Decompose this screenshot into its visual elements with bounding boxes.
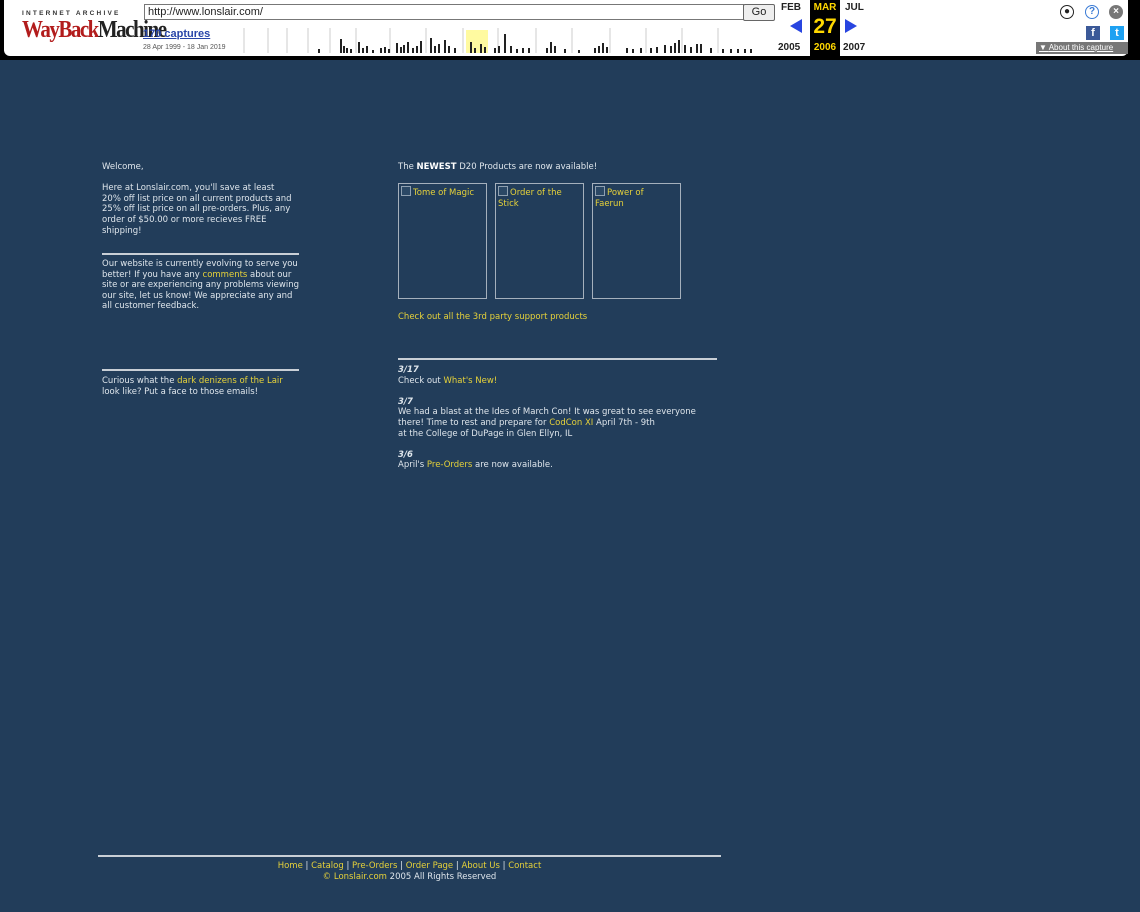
next-year-label[interactable]: 2007 [843, 42, 865, 53]
footer-divider [98, 855, 721, 857]
footer-link-pre-orders[interactable]: Pre-Orders [352, 861, 397, 871]
product-thumb-tome-of-magic[interactable]: Tome of Magic [398, 183, 487, 299]
comments-link[interactable]: comments [203, 270, 248, 280]
staff-link[interactable]: dark denizens of the Lair [177, 376, 283, 386]
footer-sep: | [305, 861, 309, 871]
staff-text-2: look like? Put a face to those emails! [102, 386, 259, 397]
capture-date-range: 28 Apr 1999 - 18 Jan 2019 [143, 44, 226, 51]
news-date: 3/6 [398, 449, 413, 460]
footer-copyright: © Lonslair.com 2005 All Rights Reserved [98, 872, 721, 883]
url-input[interactable]: http://www.lonslair.com/ [144, 4, 744, 20]
copyright-link[interactable]: Lonslair.com [334, 872, 387, 882]
caret-down-icon: ▼ [1039, 43, 1049, 52]
staff-block: Curious what the dark denizens of the La… [102, 376, 294, 397]
copyright-text: 2005 All Rights Reserved [386, 872, 497, 882]
captures-link[interactable]: 170 captures [143, 28, 210, 40]
newest-text-1: The [398, 162, 417, 172]
capture-sparkline[interactable] [240, 26, 756, 53]
prev-month-label[interactable]: FEB [781, 2, 801, 13]
news-text: are now available. [472, 460, 553, 471]
copyright-symbol: © [322, 872, 332, 882]
third-party-link[interactable]: Check out all the 3rd party support prod… [398, 312, 587, 323]
news-date: 3/17 [398, 365, 419, 375]
footer-sep: | [455, 861, 459, 871]
news-text: at the College of DuPage in Glen Ellyn, … [398, 428, 573, 439]
whats-new-link[interactable]: What's New! [443, 376, 497, 386]
logo-wayback-text: WayBack [22, 15, 99, 43]
footer-link-catalog[interactable]: Catalog [311, 861, 344, 871]
divider-right [398, 358, 717, 360]
newest-heading: The NEWEST D20 Products are now availabl… [398, 162, 718, 173]
prev-year-label[interactable]: 2005 [778, 42, 800, 53]
about-capture-label: About this capture [1048, 43, 1114, 52]
current-month-label: MAR [813, 2, 837, 13]
news-item: 3/6 April's Pre-Orders are now available… [398, 450, 708, 471]
news-text: April 7th - 9th [593, 417, 655, 428]
next-arrow-icon[interactable] [845, 19, 857, 33]
staff-text-1: Curious what the [102, 376, 178, 386]
footer-link-home[interactable]: Home [278, 861, 303, 871]
footer-link-contact[interactable]: Contact [508, 861, 541, 871]
news-item: 3/17 Check out What's New! [398, 365, 708, 386]
sparkline-bars [318, 34, 752, 53]
broken-image-icon [595, 186, 605, 196]
wayback-toolbar: INTERNET ARCHIVE WayBackMachine http://w… [0, 0, 1140, 60]
current-day-label: 27 [813, 15, 837, 38]
close-icon[interactable]: × [1109, 5, 1123, 19]
news-item: 3/7 We had a blast at the Ides of March … [398, 397, 708, 439]
divider-left-1 [102, 253, 299, 255]
product-thumb-power-of-faerun[interactable]: Power of Faerun [592, 183, 681, 299]
footer-link-about-us[interactable]: About Us [461, 861, 499, 871]
user-icon[interactable]: ● [1060, 5, 1074, 19]
broken-image-icon [401, 186, 411, 196]
prev-arrow-icon[interactable] [790, 19, 802, 33]
codcon-link[interactable]: CodCon XI [549, 418, 593, 428]
current-year-label: 2006 [813, 42, 837, 53]
news-date: 3/7 [398, 396, 413, 407]
news-list: 3/17 Check out What's New! 3/7 We had a … [398, 365, 708, 471]
divider-left-2 [102, 369, 299, 371]
product-thumb-order-of-the-stick[interactable]: Order of the Stick [495, 183, 584, 299]
current-date-block: MAR 27 2006 [810, 0, 840, 56]
newest-bold: NEWEST [416, 162, 457, 172]
newest-text-2: D20 Products are now available! [456, 162, 598, 172]
welcome-block: Welcome, Here at Lonslair.com, you'll sa… [102, 162, 292, 236]
next-month-label[interactable]: JUL [845, 2, 864, 13]
footer-sep: | [502, 861, 506, 871]
footer-sep: | [400, 861, 404, 871]
footer-sep: | [346, 861, 350, 871]
footer-nav: Home | Catalog | Pre-Orders | Order Page… [98, 861, 721, 872]
broken-image-icon [498, 186, 508, 196]
wayback-logo[interactable]: WayBackMachine [22, 15, 167, 43]
news-text: April's [398, 460, 427, 471]
welcome-heading: Welcome, [102, 162, 144, 172]
pre-orders-link[interactable]: Pre-Orders [427, 460, 472, 470]
help-icon[interactable]: ? [1085, 5, 1099, 19]
footer-link-order-page[interactable]: Order Page [406, 861, 453, 871]
feedback-block: Our website is currently evolving to ser… [102, 259, 300, 312]
wayback-toolbar-panel: INTERNET ARCHIVE WayBackMachine http://w… [4, 0, 1128, 56]
twitter-icon[interactable]: t [1110, 26, 1124, 40]
go-button[interactable]: Go [743, 4, 775, 21]
facebook-icon[interactable]: f [1086, 26, 1100, 40]
welcome-intro: Here at Lonslair.com, you'll save at lea… [102, 183, 292, 236]
about-capture-button[interactable]: ▼ About this capture [1036, 42, 1128, 54]
product-alt-text: Tome of Magic [413, 188, 475, 198]
news-text: Check out [398, 375, 444, 386]
